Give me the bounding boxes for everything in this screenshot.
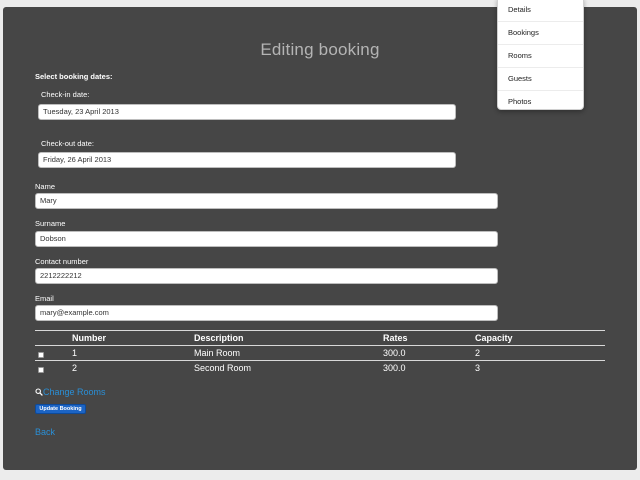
table-row-border [35, 360, 605, 361]
checkin-label: Check-in date: [41, 90, 90, 99]
room-1-rate: 300.0 [383, 348, 406, 358]
select-dates-label: Select booking dates: [35, 72, 113, 81]
menu-item-rooms[interactable]: Rooms [498, 45, 583, 68]
room-1-capacity: 2 [475, 348, 481, 358]
table-header-border [35, 345, 605, 346]
room-2-description: Second Room [194, 363, 252, 373]
surname-label: Surname [35, 219, 66, 228]
email-label: Email [35, 294, 54, 303]
name-field[interactable]: Mary [35, 193, 498, 209]
name-label: Name [35, 182, 56, 191]
room-2-checkbox[interactable] [38, 367, 44, 373]
menu-item-photos[interactable]: Photos [498, 91, 583, 114]
contact-number-field[interactable]: 2212222212 [35, 268, 498, 284]
search-icon[interactable] [35, 388, 43, 396]
menu-item-guests[interactable]: Guests [498, 68, 583, 91]
header-description: Description [194, 333, 244, 343]
update-booking-button[interactable]: Update Booking [35, 404, 86, 414]
room-1-checkbox[interactable] [38, 352, 44, 358]
room-2-number: 2 [72, 363, 78, 373]
header-rates: Rates [383, 333, 408, 343]
surname-field[interactable]: Dobson [35, 231, 498, 247]
table-top-border [35, 330, 605, 331]
checkout-date-field[interactable]: Friday, 26 April 2013 [38, 152, 456, 168]
menu-item-details[interactable]: Details [498, 0, 583, 22]
room-1-description: Main Room [194, 348, 241, 358]
checkin-date-field[interactable]: Tuesday, 23 April 2013 [38, 104, 456, 120]
header-number: Number [72, 333, 107, 343]
email-field[interactable]: mary@example.com [35, 305, 498, 321]
back-link[interactable]: Back [35, 427, 55, 437]
menu-item-bookings[interactable]: Bookings [498, 22, 583, 45]
change-rooms-link[interactable]: Change Rooms [43, 387, 106, 397]
room-1-number: 1 [72, 348, 78, 358]
nav-dropdown-menu: Details Bookings Rooms Guests Photos [497, 0, 584, 110]
contact-number-label: Contact number [35, 257, 89, 266]
room-2-capacity: 3 [475, 363, 481, 373]
checkout-label: Check-out date: [41, 139, 94, 148]
header-capacity: Capacity [475, 333, 513, 343]
room-2-rate: 300.0 [383, 363, 406, 373]
